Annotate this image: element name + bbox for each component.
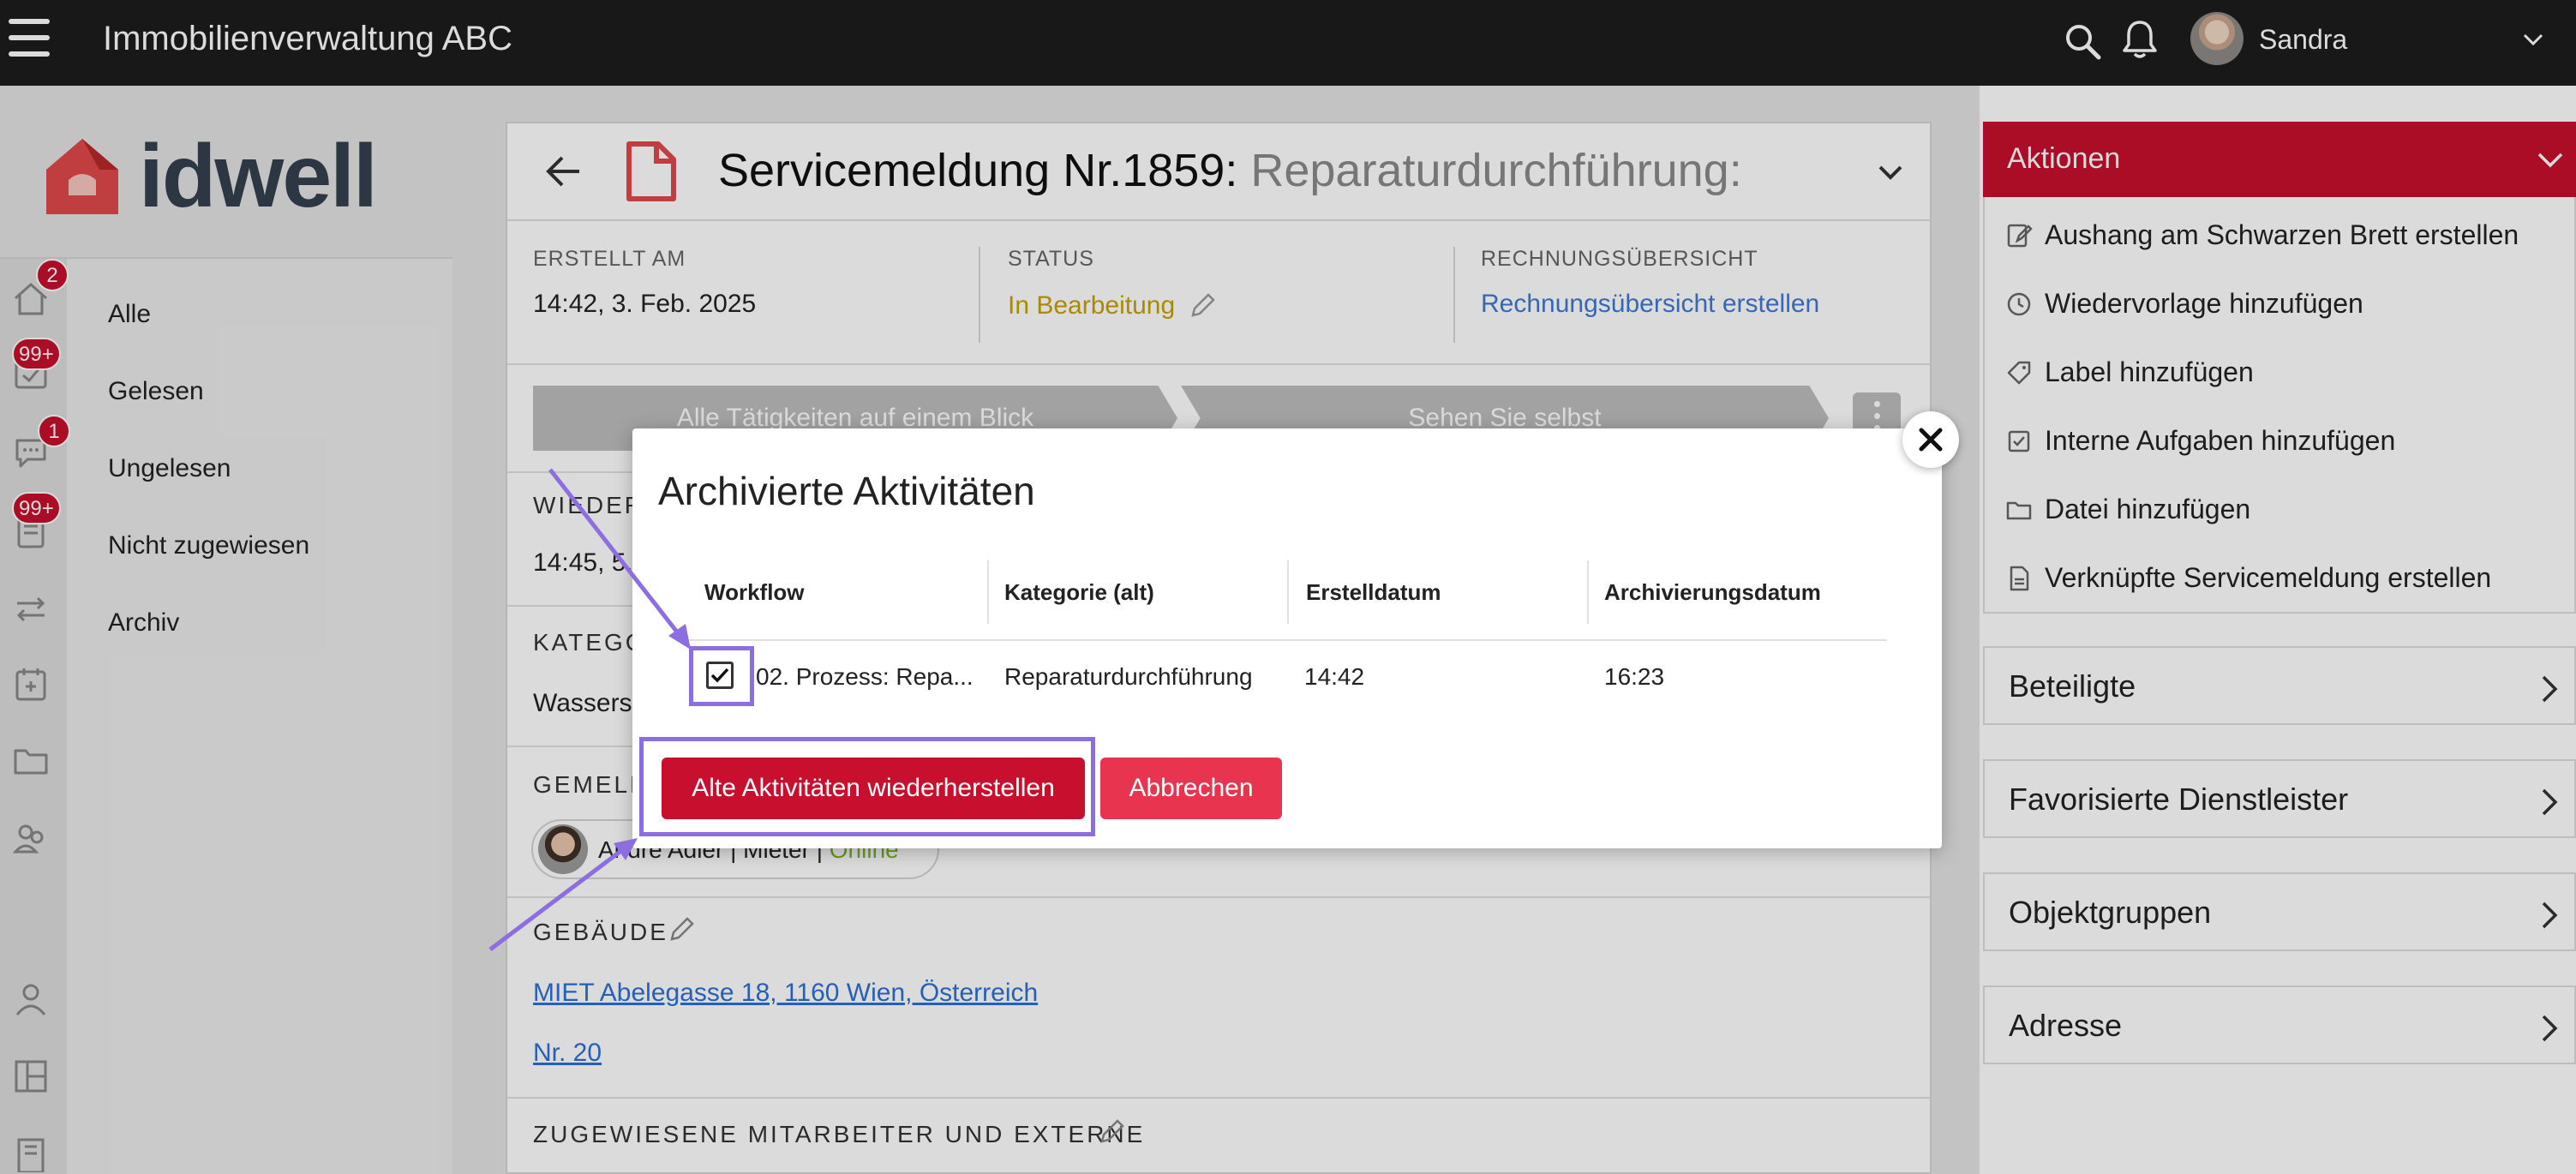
- column-header-erstelldatum[interactable]: Erstelldatum: [1306, 579, 1441, 606]
- cancel-button[interactable]: Abbrechen: [1100, 758, 1282, 819]
- restore-button-highlight-frame: [639, 737, 1095, 836]
- column-header-archivierungsdatum[interactable]: Archivierungsdatum: [1604, 579, 1821, 606]
- column-divider: [1287, 560, 1289, 624]
- cell-workflow: 02. Prozess: Repa...: [756, 663, 973, 690]
- close-modal-button[interactable]: [1902, 411, 1959, 468]
- checkbox-highlight-frame: [689, 646, 754, 706]
- table-header-divider: [677, 639, 1887, 641]
- column-header-kategorie[interactable]: Kategorie (alt): [1004, 579, 1154, 606]
- cell-erstelldatum: 14:42: [1304, 663, 1365, 690]
- column-header-workflow[interactable]: Workflow: [704, 579, 805, 606]
- cell-archivierungsdatum: 16:23: [1604, 663, 1665, 690]
- column-divider: [987, 560, 989, 624]
- close-icon: [1919, 428, 1943, 452]
- column-divider: [1587, 560, 1589, 624]
- cell-kategorie: Reparaturdurchführung: [1004, 663, 1253, 690]
- modal-title: Archivierte Aktivitäten: [658, 469, 1035, 513]
